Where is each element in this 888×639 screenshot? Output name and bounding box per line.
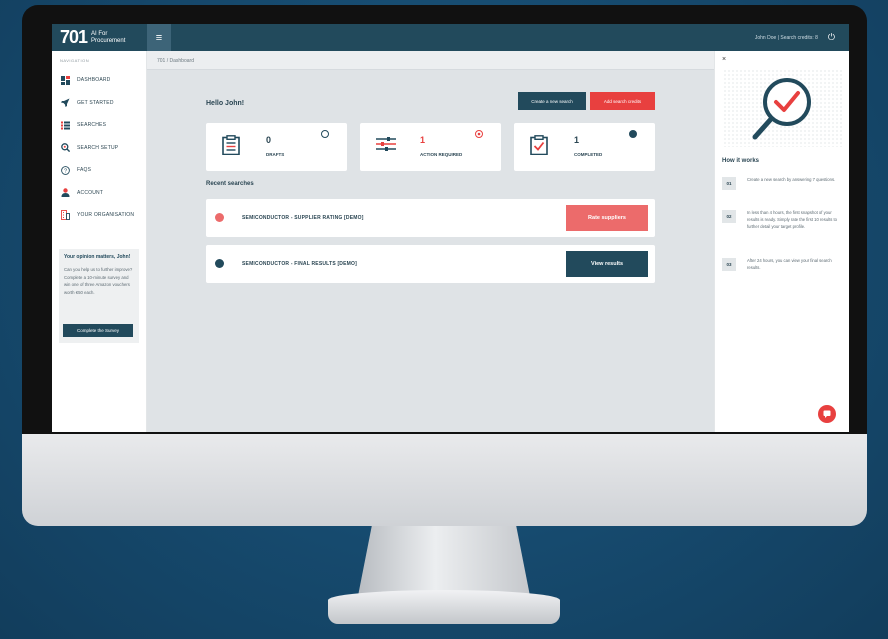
close-icon[interactable]: ×: [722, 56, 726, 63]
rocket-icon: [60, 98, 70, 108]
how-it-works-panel: × How it works 01 Create a new search by…: [714, 51, 849, 432]
sidebar-item-label: YOUR ORGANISATION: [77, 212, 135, 219]
building-icon: [60, 210, 70, 221]
logo-line-1: AI For: [91, 30, 108, 37]
sidebar-item-label: SEARCH SETUP: [77, 144, 119, 151]
create-search-button[interactable]: Create a new search: [518, 92, 586, 110]
stat-value: 0: [266, 135, 272, 145]
stat-label: DRAFTS: [266, 152, 285, 157]
survey-box: Your opinion matters, John! Can you help…: [59, 249, 139, 343]
alert-circle-icon: [475, 130, 483, 138]
sidebar-item-label: FAQS: [77, 167, 92, 174]
question-icon: ?: [60, 165, 70, 175]
clipboard-list-icon: [222, 135, 240, 156]
step-number: 01: [722, 177, 736, 190]
stat-label: COMPLETED: [574, 152, 603, 157]
recent-searches-title: Recent searches: [206, 181, 254, 187]
search-title[interactable]: SEMICONDUCTOR - SUPPLIER RATING [DEMO]: [242, 215, 364, 221]
user-credits[interactable]: John Doe | Search credits: 8: [755, 35, 818, 41]
status-dot: [215, 213, 224, 222]
clipboard-check-icon: [530, 135, 548, 156]
breadcrumb[interactable]: 701 / Dashboard: [147, 51, 714, 70]
step-text: Create a new search by answering 7 quest…: [747, 177, 836, 182]
magnifier-illustration: [723, 69, 843, 147]
status-dot: [215, 259, 224, 268]
logo-number: 701: [60, 27, 88, 47]
main-content: 701 / Dashboard Hello John! Create a new…: [147, 51, 714, 432]
stat-value: 1: [420, 135, 426, 145]
chat-icon[interactable]: [818, 405, 836, 423]
stat-card-completed[interactable]: 1 COMPLETED: [514, 123, 655, 171]
sidebar-item-searches[interactable]: SEARCHES: [52, 114, 146, 137]
stat-label: ACTION REQUIRED: [420, 152, 463, 157]
stat-card-drafts[interactable]: 0 DRAFTS: [206, 123, 347, 171]
logo-text: AI For Procurement: [91, 31, 125, 45]
svg-text:?: ?: [63, 168, 66, 174]
sidebar-item-dashboard[interactable]: DASHBOARD: [52, 69, 146, 92]
hamburger-icon[interactable]: ≡: [147, 24, 171, 51]
sidebar-item-faqs[interactable]: ? FAQS: [52, 159, 146, 182]
sidebar-item-label: ACCOUNT: [77, 189, 104, 196]
nav-heading: NAVIGATION: [60, 58, 90, 63]
sidebar-item-organisation[interactable]: YOUR ORGANISATION: [52, 204, 146, 227]
add-credits-button[interactable]: Add search credits: [590, 92, 655, 110]
rate-suppliers-button[interactable]: Rate suppliers: [566, 205, 648, 231]
search-settings-icon: [60, 143, 70, 153]
user-icon: [60, 188, 70, 198]
monitor-chin: [22, 434, 867, 526]
sidebar-item-get-started[interactable]: GET STARTED: [52, 92, 146, 115]
sidebar-item-label: GET STARTED: [77, 99, 114, 106]
step-number: 03: [722, 258, 736, 271]
logo-line-2: Procurement: [91, 37, 126, 44]
search-title[interactable]: SEMICONDUCTOR - FINAL RESULTS [DEMO]: [242, 261, 357, 267]
stat-value: 1: [574, 135, 580, 145]
complete-survey-button[interactable]: Complete the Survey: [63, 324, 133, 337]
monitor-stand-neck: [358, 526, 530, 596]
user-area: John Doe | Search credits: 8 ⏻: [755, 32, 849, 43]
dashboard-icon: [60, 75, 70, 85]
list-icon: [60, 120, 70, 130]
app-screen: 701 AI For Procurement ≡ John Doe | Sear…: [52, 24, 849, 432]
monitor-stand-base: [328, 590, 560, 624]
top-bar: 701 AI For Procurement ≡ John Doe | Sear…: [52, 24, 849, 51]
how-it-works-title: How it works: [722, 158, 760, 164]
sidebar-item-label: DASHBOARD: [77, 77, 111, 84]
search-row[interactable]: SEMICONDUCTOR - FINAL RESULTS [DEMO] Vie…: [206, 245, 655, 283]
view-results-button[interactable]: View results: [566, 251, 648, 277]
search-row[interactable]: SEMICONDUCTOR - SUPPLIER RATING [DEMO] R…: [206, 199, 655, 237]
sidebar-item-search-setup[interactable]: SEARCH SETUP: [52, 137, 146, 160]
step-number: 02: [722, 210, 736, 223]
logo[interactable]: 701 AI For Procurement: [52, 27, 147, 48]
sidebar-item-label: SEARCHES: [77, 122, 107, 129]
step-text: After 24 hours, you can view your final …: [747, 258, 832, 271]
stat-card-action-required[interactable]: 1 ACTION REQUIRED: [360, 123, 501, 171]
sidebar: NAVIGATION DASHBOARD GET STARTED SEARCHE…: [52, 51, 147, 432]
survey-title: Your opinion matters, John!: [64, 254, 131, 260]
sliders-icon: [376, 135, 396, 155]
status-circle-icon: [321, 130, 329, 138]
sidebar-item-account[interactable]: ACCOUNT: [52, 182, 146, 205]
power-icon[interactable]: ⏻: [828, 32, 835, 43]
step-text: In less than 4 hours, the first snapshot…: [747, 210, 837, 230]
greeting: Hello John!: [206, 100, 245, 107]
completed-dot-icon: [629, 130, 637, 138]
survey-text: Can you help us to further improve? Comp…: [64, 267, 133, 295]
